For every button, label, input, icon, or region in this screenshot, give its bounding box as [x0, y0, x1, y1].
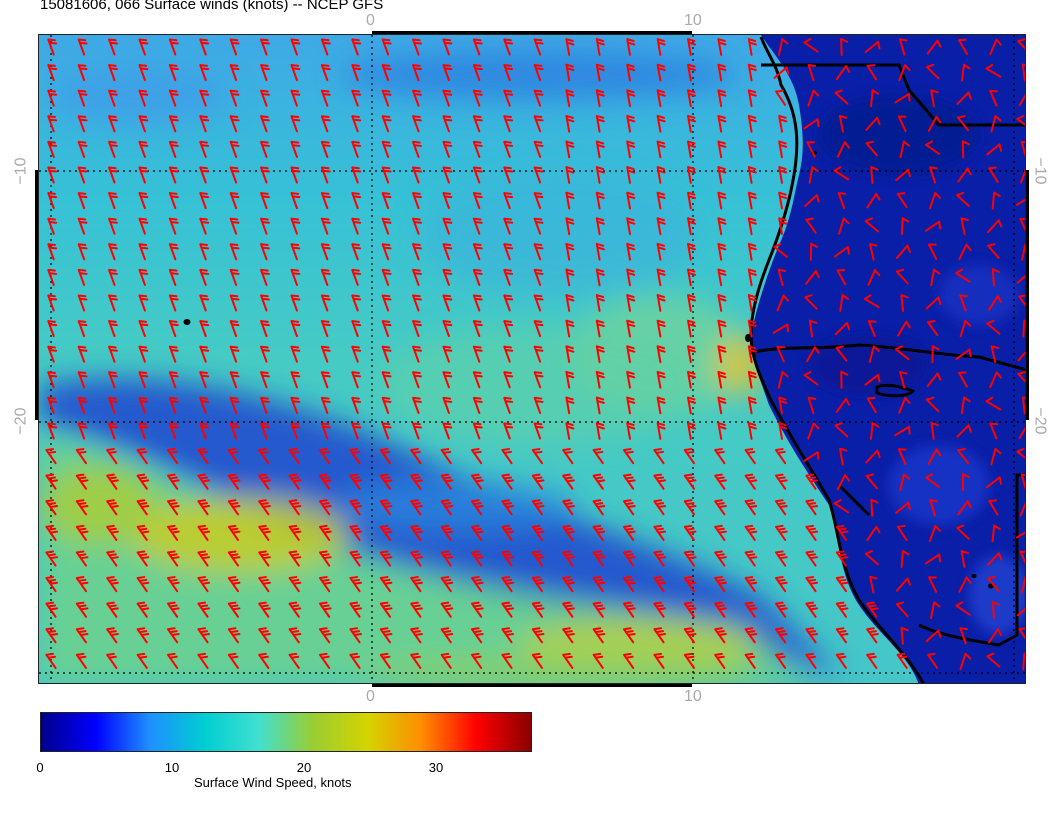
left-tick-minus10: −10 [12, 157, 30, 185]
colorbar-tick-10: 10 [164, 760, 180, 775]
colorbar-tick-30: 30 [428, 760, 444, 775]
bottom-tick-0: 0 [366, 688, 375, 705]
top-tick-10: 10 [684, 12, 702, 29]
right-tick-minus10: −10 [1031, 157, 1049, 185]
bottom-tick-10: 10 [684, 688, 702, 705]
colorbar-tick-0: 0 [36, 760, 44, 775]
colorbar [40, 712, 532, 752]
right-tick-minus20: −20 [1031, 407, 1049, 435]
wind-map-frame[interactable] [38, 34, 1026, 684]
colorbar-label: Surface Wind Speed, knots [194, 775, 352, 790]
left-tick-minus20: −20 [12, 407, 30, 435]
colorbar-tick-20: 20 [296, 760, 312, 775]
wind-speed-map[interactable] [39, 35, 1026, 684]
top-tick-0: 0 [366, 12, 375, 29]
map-title: 15081606, 066 Surface winds (knots) -- N… [40, 0, 384, 13]
